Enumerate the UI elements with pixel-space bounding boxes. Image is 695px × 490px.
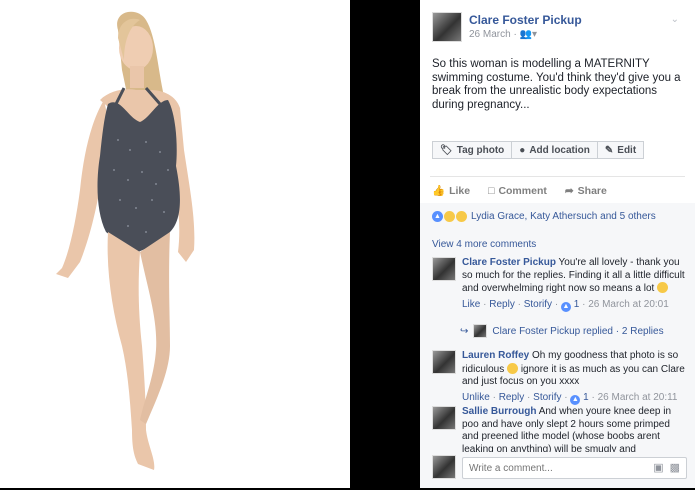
camera-icon[interactable]: ▣	[653, 461, 663, 474]
tag-photo-button[interactable]: 🏷 Tag photo	[432, 141, 513, 159]
friends-icon[interactable]: 👥▾	[520, 29, 537, 40]
post-photo[interactable]	[0, 0, 350, 488]
comment-actions: Like · Reply · Storify · ▲ 1 · 26 March …	[462, 298, 669, 312]
composer-avatar	[432, 455, 456, 479]
replier-avatar	[473, 324, 488, 338]
edit-button[interactable]: ✎ Edit	[596, 141, 645, 159]
comment-timestamp[interactable]: 26 March at 20:01	[588, 299, 669, 310]
photo-actions: 🏷 Tag photo ● Add location ✎ Edit	[432, 141, 645, 159]
post-meta: 26 March · 👥▾	[469, 29, 537, 40]
divider	[430, 176, 685, 177]
comment-timestamp[interactable]: 26 March at 20:11	[598, 392, 678, 403]
comment-body: Sallie Burrough And when youre knee deep…	[462, 406, 687, 452]
commenter-name-link[interactable]: Lauren Roffey	[462, 350, 529, 361]
comment-item: Clare Foster Pickup You're all lovely - …	[432, 257, 687, 312]
lightbox-backdrop	[350, 0, 420, 490]
commenter-name-link[interactable]: Clare Foster Pickup	[462, 257, 556, 268]
replies-summary: Clare Foster Pickup replied · 2 Replies	[492, 325, 664, 337]
comment-actions: Unlike · Reply · Storify · ▲ 1 · 26 Marc…	[462, 391, 678, 405]
tag-icon: 🏷	[440, 144, 453, 156]
composer-icons: ▣ ▩	[653, 461, 680, 474]
replies-link[interactable]: ↪ Clare Foster Pickup replied · 2 Replie…	[460, 324, 664, 338]
post-date-link[interactable]: 26 March	[469, 29, 511, 40]
add-location-label: Add location	[529, 144, 590, 156]
comment-icon: □	[488, 184, 495, 197]
haha-reaction-icon	[444, 211, 455, 222]
post-ufi-bar: 👍 Like □ Comment ➦ Share	[432, 184, 607, 198]
like-reaction-icon: ▲	[432, 211, 443, 222]
post-text: So this woman is modelling a MATERNITY s…	[432, 58, 681, 111]
comment-reply-link[interactable]: Reply	[489, 299, 515, 310]
reactions-text: Lydia Grace, Katy Athersuch and 5 others	[471, 211, 656, 222]
chevron-down-icon[interactable]: ⌄	[671, 14, 679, 25]
smile-emoji-icon	[657, 282, 669, 293]
view-more-comments-link[interactable]: View 4 more comments	[432, 239, 536, 250]
post-header: Clare Foster Pickup 26 March · 👥▾ ⌄	[432, 12, 685, 44]
comment-item: Sallie Burrough And when youre knee deep…	[432, 406, 687, 452]
comment-input[interactable]	[463, 458, 633, 479]
reactions-summary[interactable]: ▲ Lydia Grace, Katy Athersuch and 5 othe…	[432, 211, 656, 222]
edit-label: Edit	[617, 144, 637, 156]
pencil-icon: ✎	[604, 144, 614, 156]
comment-input-box[interactable]: ▣ ▩	[462, 457, 687, 479]
sticker-icon[interactable]: ▩	[670, 461, 680, 474]
like-count-icon: ▲	[570, 394, 581, 405]
comment-storify-link[interactable]: Storify	[533, 392, 561, 403]
like-button[interactable]: 👍 Like	[432, 184, 471, 198]
add-location-button[interactable]: ● Add location	[511, 141, 598, 159]
wow-reaction-icon	[456, 211, 467, 222]
comment-reply-link[interactable]: Reply	[499, 392, 525, 403]
model-photo-illustration	[56, 11, 195, 470]
comment-unlike-link[interactable]: Unlike	[462, 392, 490, 403]
comment-composer: ▣ ▩	[432, 455, 687, 483]
tag-photo-label: Tag photo	[456, 144, 505, 156]
comment-body: Clare Foster Pickup You're all lovely - …	[462, 257, 687, 296]
author-avatar[interactable]	[432, 12, 462, 42]
commenter-name-link[interactable]: Sallie Burrough	[462, 406, 536, 417]
comment-storify-link[interactable]: Storify	[524, 299, 552, 310]
laughing-emoji-icon	[507, 362, 519, 374]
share-button[interactable]: ➦ Share	[565, 184, 607, 197]
comment-item: Lauren Roffey Oh my goodness that photo …	[432, 350, 687, 405]
reply-arrow-icon: ↪	[460, 325, 469, 337]
commenter-avatar[interactable]	[432, 350, 456, 374]
post-details-panel: Clare Foster Pickup 26 March · 👥▾ ⌄ So t…	[420, 0, 695, 488]
comments-section: ▲ Lydia Grace, Katy Athersuch and 5 othe…	[420, 203, 695, 488]
location-pin-icon: ●	[519, 144, 526, 156]
comment-like-count[interactable]: 1	[574, 299, 580, 310]
commenter-avatar[interactable]	[432, 406, 456, 430]
like-label: Like	[449, 184, 471, 197]
comment-label: Comment	[498, 184, 547, 197]
like-count-icon: ▲	[560, 301, 571, 312]
share-arrow-icon: ➦	[564, 184, 574, 197]
share-label: Share	[577, 184, 607, 197]
comment-body: Lauren Roffey Oh my goodness that photo …	[462, 350, 687, 389]
comment-button[interactable]: □ Comment	[488, 184, 547, 197]
thumbs-up-icon: 👍	[432, 185, 446, 197]
comment-like-link[interactable]: Like	[462, 299, 480, 310]
commenter-avatar[interactable]	[432, 257, 456, 281]
comment-like-count[interactable]: 1	[583, 392, 589, 403]
author-name-link[interactable]: Clare Foster Pickup	[469, 13, 582, 27]
